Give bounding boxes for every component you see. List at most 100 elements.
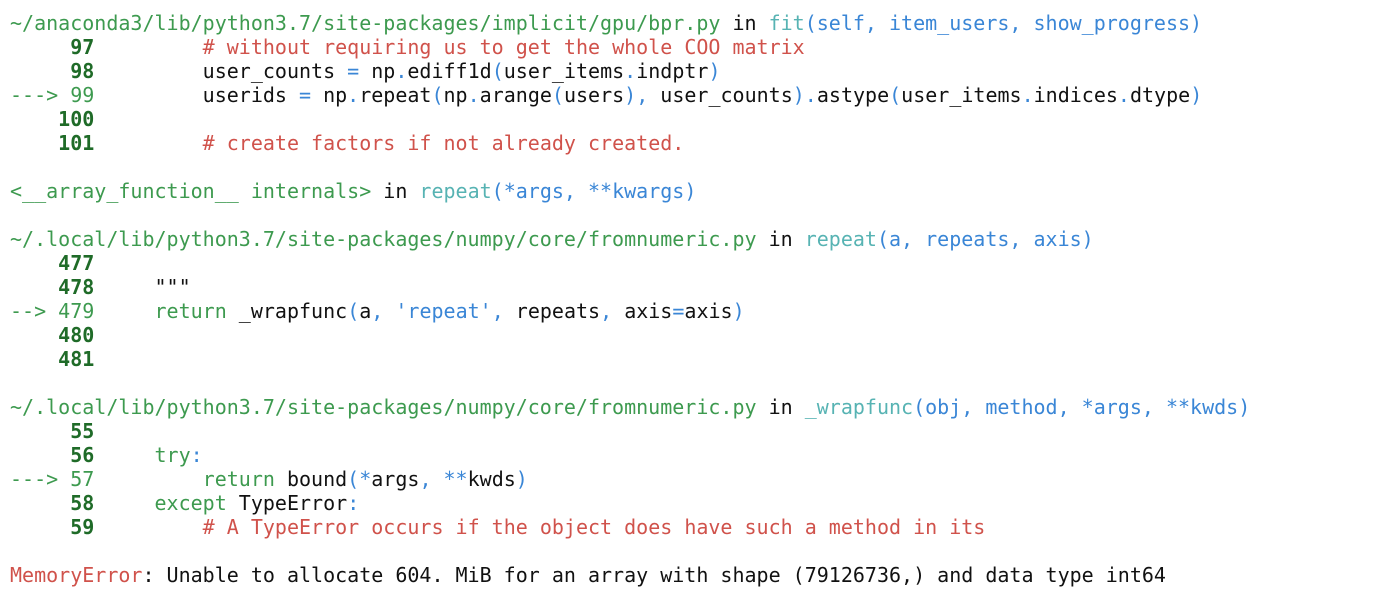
text-span: (* <box>347 467 372 491</box>
text-span: ( <box>491 59 504 83</box>
text-span: user_items <box>503 59 625 83</box>
text-span: args <box>371 467 420 491</box>
line-number: 100 <box>10 107 95 131</box>
text-span: ), <box>624 83 649 107</box>
line-number: 98 <box>10 59 95 83</box>
text-span: . <box>624 59 637 83</box>
text-span: indptr <box>636 59 709 83</box>
text-span: , ** <box>419 467 468 491</box>
text-span: . <box>1117 83 1130 107</box>
traceback-output: ~/anaconda3/lib/python3.7/site-packages/… <box>0 0 1396 587</box>
text-span: return <box>154 299 227 323</box>
file-path: <__array_function__ internals> <box>10 179 372 203</box>
text-span: = <box>347 59 360 83</box>
text-span: . <box>347 83 360 107</box>
text-span: ( <box>551 83 564 107</box>
code-line: 55 <box>10 419 1396 443</box>
frame-header: ~/.local/lib/python3.7/site-packages/num… <box>10 227 1396 251</box>
text-span: . <box>1021 83 1034 107</box>
text-span <box>94 491 154 515</box>
text-span: = <box>299 83 312 107</box>
line-number: 56 <box>10 443 95 467</box>
text-span: , <box>600 299 625 323</box>
function-name: fit <box>768 11 805 35</box>
code-line: 56 try: <box>10 443 1396 467</box>
text-span: indices <box>1033 83 1118 107</box>
text-span: users <box>563 83 625 107</box>
line-number: 59 <box>10 515 95 539</box>
text-span: a <box>359 299 372 323</box>
text-span: except <box>154 491 227 515</box>
function-args: (self, item_users, show_progress) <box>804 11 1203 35</box>
line-number: 55 <box>10 419 95 443</box>
line-number: 480 <box>10 323 95 347</box>
file-path: ~/.local/lib/python3.7/site-packages/num… <box>10 227 757 251</box>
text-span <box>94 515 202 539</box>
text-span: = <box>672 299 685 323</box>
text-span: try <box>154 443 191 467</box>
text-span: np <box>359 59 396 83</box>
text-span: 'repeat' <box>395 299 492 323</box>
code-line: 97 # without requiring us to get the who… <box>10 35 1396 59</box>
line-number: 58 <box>10 491 95 515</box>
text-span: ) <box>515 467 528 491</box>
text-span: axis <box>624 299 673 323</box>
code-line: 477 <box>10 251 1396 275</box>
function-args: (a, repeats, axis) <box>876 227 1094 251</box>
text-span: np <box>311 83 348 107</box>
text-span: ediff1d <box>407 59 492 83</box>
code-line: 101 # create factors if not already crea… <box>10 131 1396 155</box>
line-number: 101 <box>10 131 95 155</box>
code-line: 59 # A TypeError occurs if the object do… <box>10 515 1396 539</box>
code-line: 58 except TypeError: <box>10 491 1396 515</box>
text-span: dtype <box>1129 83 1191 107</box>
text-span: ). <box>792 83 817 107</box>
frame-header: ~/anaconda3/lib/python3.7/site-packages/… <box>10 11 1396 35</box>
text-span: return <box>202 467 275 491</box>
text-span <box>94 299 154 323</box>
file-path: ~/.local/lib/python3.7/site-packages/num… <box>10 395 757 419</box>
text-span: repeat <box>359 83 432 107</box>
file-path: ~/anaconda3/lib/python3.7/site-packages/… <box>10 11 721 35</box>
text-span: ) <box>708 59 721 83</box>
function-name: repeat <box>804 227 877 251</box>
line-number: 481 <box>10 347 95 371</box>
text-span: astype <box>816 83 890 107</box>
text-span: """ <box>94 275 191 299</box>
code-line: 100 <box>10 107 1396 131</box>
error-type: MemoryError <box>10 563 143 587</box>
text-span: _wrapfunc <box>226 299 348 323</box>
text-span: np <box>443 83 468 107</box>
text-span: axis <box>684 299 733 323</box>
current-line-arrow: --> 479 <box>10 299 95 323</box>
text-span: in <box>756 395 805 419</box>
function-args: (*args, **kwargs) <box>491 179 697 203</box>
text-span: user_counts <box>648 83 793 107</box>
code-comment: # create factors if not already created. <box>202 131 685 155</box>
code-comment: # A TypeError occurs if the object does … <box>202 515 986 539</box>
text-span: TypeError <box>226 491 348 515</box>
text-span: ( <box>889 83 902 107</box>
text-span: : Unable to allocate 604. MiB for an arr… <box>142 563 1166 587</box>
text-span: kwds <box>467 467 516 491</box>
function-name: _wrapfunc <box>804 395 914 419</box>
frame-header: ~/.local/lib/python3.7/site-packages/num… <box>10 395 1396 419</box>
text-span: , <box>371 299 396 323</box>
text-span: user_items <box>901 83 1022 107</box>
text-span: . <box>395 59 408 83</box>
text-span <box>94 131 202 155</box>
text-span: arange <box>479 83 552 107</box>
code-line: --> 479 return _wrapfunc(a, 'repeat', re… <box>10 299 1396 323</box>
text-span: user_counts <box>94 59 348 83</box>
code-line: 480 <box>10 323 1396 347</box>
code-line: ---> 99 userids = np.repeat(np.arange(us… <box>10 83 1396 107</box>
text-span: : <box>190 443 203 467</box>
code-line: 98 user_counts = np.ediff1d(user_items.i… <box>10 59 1396 83</box>
error-message: MemoryError: Unable to allocate 604. MiB… <box>10 563 1396 587</box>
code-line: 478 """ <box>10 275 1396 299</box>
code-line: ---> 57 return bound(*args, **kwds) <box>10 467 1396 491</box>
text-span: , <box>491 299 516 323</box>
line-number: 478 <box>10 275 95 299</box>
